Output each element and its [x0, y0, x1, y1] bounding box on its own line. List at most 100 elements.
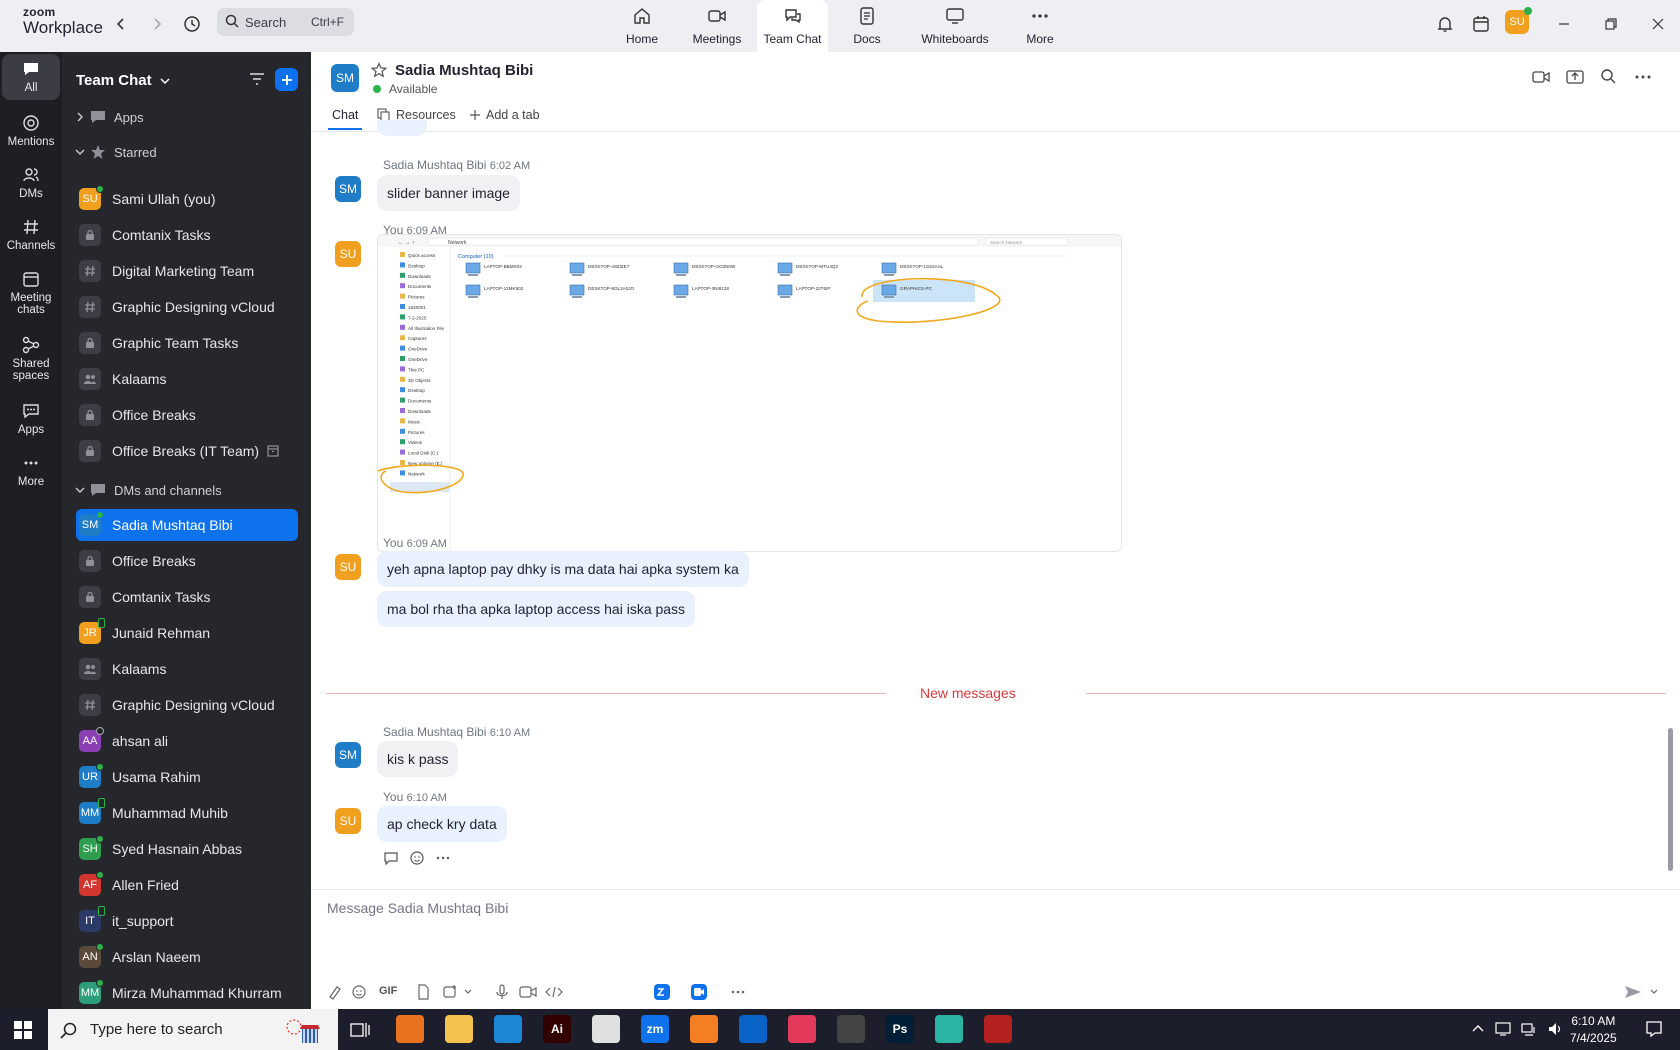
sidebar-item-graphic-team-tasks[interactable]: Graphic Team Tasks	[76, 327, 298, 359]
chevron-up-icon[interactable]	[1471, 1022, 1485, 1036]
more-options-icon[interactable]	[1634, 68, 1652, 91]
message-input[interactable]: Message Sadia Mushtaq Bibi	[327, 900, 508, 916]
display-icon[interactable]	[1495, 1021, 1511, 1037]
chrome-icon[interactable]	[592, 1015, 620, 1043]
search-box[interactable]: Search Ctrl+F	[217, 8, 354, 36]
message-bubble[interactable]: ma bol rha tha apka laptop access hai is…	[377, 591, 696, 627]
search-icon[interactable]	[1600, 68, 1616, 89]
sidebar-item-mirza-muhammad-khurram[interactable]: MM Mirza Muhammad Khurram	[76, 977, 298, 1009]
firefox-icon[interactable]	[396, 1015, 424, 1043]
add-tab-button[interactable]: Add a tab	[469, 108, 540, 122]
rail-apps[interactable]: Apps	[2, 402, 60, 436]
sidebar-item-office-breaks[interactable]: Office Breaks	[76, 399, 298, 431]
sidebar-item-muhammad-muhib[interactable]: MM Muhammad Muhib	[76, 797, 298, 829]
close-icon[interactable]	[1646, 12, 1670, 36]
filter-icon[interactable]	[248, 70, 266, 93]
taskbar-search[interactable]: Type here to search	[48, 1009, 338, 1050]
scrollbar[interactable]	[1668, 728, 1673, 871]
tab-docs[interactable]: Docs	[848, 0, 886, 52]
contact-avatar[interactable]: SM	[331, 64, 359, 92]
xampp-icon[interactable]	[690, 1015, 718, 1043]
network-icon[interactable]	[1521, 1021, 1537, 1037]
sidebar-item-allen-fried[interactable]: AF Allen Fried	[76, 869, 298, 901]
code-snippet-icon[interactable]	[545, 984, 563, 1005]
taskbar-clock[interactable]: 6:10 AM 7/4/2025	[1570, 1013, 1617, 1047]
sidebar-item-comtanix-tasks-dm[interactable]: Comtanix Tasks	[76, 581, 298, 613]
sidebar-item-ahsan-ali[interactable]: AA ahsan ali	[76, 725, 298, 757]
sidebar-item-graphic-designing-vcloud[interactable]: Graphic Designing vCloud	[76, 291, 298, 323]
avatar[interactable]: SU	[335, 241, 361, 267]
gif-button[interactable]: GIF	[379, 985, 397, 997]
file-icon[interactable]	[415, 984, 431, 1005]
emoji-reaction-icon[interactable]	[409, 850, 425, 866]
outlook-icon[interactable]	[739, 1015, 767, 1043]
tab-whiteboards[interactable]: Whiteboards	[917, 0, 993, 52]
share-screen-icon[interactable]	[1566, 68, 1584, 91]
message-bubble[interactable]: kis k pass	[377, 741, 459, 777]
avatar[interactable]: SU	[335, 554, 361, 580]
send-icon[interactable]	[1624, 984, 1642, 1005]
bell-icon[interactable]	[1433, 12, 1457, 36]
sidebar-item-office-breaks-dm[interactable]: Office Breaks	[76, 545, 298, 577]
sidebar-title[interactable]: Team Chat	[76, 72, 170, 89]
video-call-icon[interactable]	[1532, 68, 1550, 91]
contact-name[interactable]: Sadia Mushtaq Bibi	[395, 62, 533, 79]
emoji-icon[interactable]	[351, 984, 367, 1005]
history-icon[interactable]	[182, 14, 202, 34]
screenshot-attachment[interactable]: ← → ↑ Network Search Network Quick acces…	[377, 234, 1122, 552]
volume-icon[interactable]	[1547, 1021, 1563, 1037]
sidebar-item-arslan-naeem[interactable]: AN Arslan Naeem	[76, 941, 298, 973]
task-view-icon[interactable]	[350, 1021, 370, 1044]
microphone-icon[interactable]	[494, 984, 510, 1005]
rail-dms[interactable]: DMs	[2, 166, 60, 200]
sidebar-item-sami-ullah[interactable]: SU Sami Ullah (you)	[76, 183, 298, 215]
sidebar-item-usama-rahim[interactable]: UR Usama Rahim	[76, 761, 298, 793]
tab-team-chat[interactable]: Team Chat	[757, 0, 828, 52]
tab-home[interactable]: Home	[618, 0, 666, 52]
tab-meetings[interactable]: Meetings	[689, 0, 745, 52]
app-icon[interactable]	[935, 1015, 963, 1043]
forward-arrow-icon[interactable]	[147, 14, 167, 34]
section-apps[interactable]: Apps	[74, 109, 144, 125]
section-dms-and-channels[interactable]: DMs and channels	[74, 482, 222, 498]
maximize-icon[interactable]	[1599, 12, 1623, 36]
back-arrow-icon[interactable]	[111, 14, 131, 34]
vscode-icon[interactable]	[494, 1015, 522, 1043]
notifications-icon[interactable]	[1645, 1020, 1663, 1043]
sidebar-item-it-support[interactable]: IT it_support	[76, 905, 298, 937]
message-composer[interactable]: Message Sadia Mushtaq Bibi GIF	[311, 889, 1680, 1009]
format-icon[interactable]	[327, 984, 343, 1005]
sidebar-item-junaid-rehman[interactable]: JR Junaid Rehman	[76, 617, 298, 649]
more-icon[interactable]	[730, 984, 746, 1005]
windows-start-icon[interactable]	[14, 1021, 32, 1044]
rail-mentions[interactable]: Mentions	[2, 114, 60, 148]
rail-meeting-chats[interactable]: Meeting chats	[2, 270, 60, 316]
creative-cloud-icon[interactable]	[788, 1015, 816, 1043]
chevron-down-icon[interactable]	[1649, 984, 1659, 1005]
zoom-app-icon[interactable]	[654, 984, 670, 1005]
rail-channels[interactable]: Channels	[2, 218, 60, 252]
message-bubble[interactable]: slider banner image	[377, 175, 520, 211]
screenshot-icon[interactable]	[442, 984, 458, 1005]
sidebar-item-office-breaks-it-team[interactable]: Office Breaks (IT Team)	[76, 435, 298, 467]
filezilla-icon[interactable]	[984, 1015, 1012, 1043]
sidebar-item-digital-marketing-team[interactable]: Digital Marketing Team	[76, 255, 298, 287]
message-bubble[interactable]: ap check kry data	[377, 806, 507, 842]
rail-shared-spaces[interactable]: Shared spaces	[2, 336, 60, 382]
avatar[interactable]: SM	[335, 742, 361, 768]
sidebar-item-syed-hasnain-abbas[interactable]: SH Syed Hasnain Abbas	[76, 833, 298, 865]
star-icon[interactable]	[370, 62, 388, 83]
sidebar-item-sadia-mushtaq-bibi[interactable]: SM Sadia Mushtaq Bibi	[76, 509, 298, 541]
user-avatar[interactable]: SU	[1505, 7, 1532, 34]
zoom-icon[interactable]: zm	[641, 1015, 669, 1043]
sidebar-item-graphic-designing-vcloud-dm[interactable]: Graphic Designing vCloud	[76, 689, 298, 721]
avatar[interactable]: SM	[335, 176, 361, 202]
rail-more[interactable]: More	[2, 454, 60, 488]
avatar[interactable]: SU	[335, 808, 361, 834]
sidebar-item-kalaams[interactable]: Kalaams	[76, 363, 298, 395]
file-explorer-icon[interactable]	[445, 1015, 473, 1043]
minimize-icon[interactable]	[1552, 12, 1576, 36]
sidebar-item-comtanix-tasks[interactable]: Comtanix Tasks	[76, 219, 298, 251]
reply-icon[interactable]	[383, 850, 399, 866]
calendar-icon[interactable]	[1469, 12, 1493, 36]
